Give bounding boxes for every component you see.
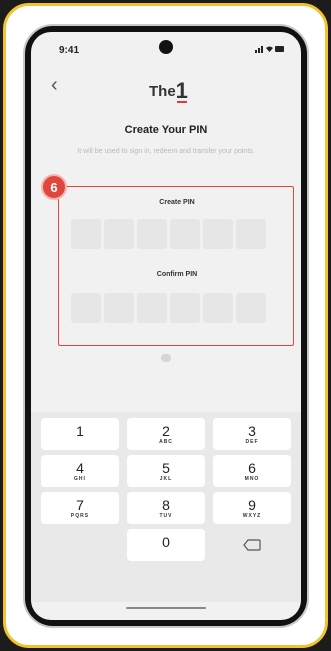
pin-digit-cell[interactable] <box>104 293 134 323</box>
pin-digit-cell[interactable] <box>104 219 134 249</box>
pin-digit-cell[interactable] <box>203 219 233 249</box>
key-letters: DEF <box>245 438 259 445</box>
pin-digit-cell[interactable] <box>170 293 200 323</box>
key-digit: 0 <box>162 533 170 550</box>
key-5[interactable]: 5 JKL <box>127 455 205 487</box>
key-empty <box>41 529 119 561</box>
page-title: Create Your PIN <box>124 124 208 136</box>
create-pin-label: Create PIN <box>159 199 195 206</box>
step-badge: 6 <box>41 174 67 200</box>
key-0[interactable]: 0 <box>127 529 205 561</box>
key-letters: TUV <box>159 512 173 519</box>
page-subtitle: It will be used to sign in, redeem and t… <box>77 148 255 155</box>
backspace-icon <box>243 539 261 551</box>
app-logo: The1 <box>149 76 188 103</box>
key-8[interactable]: 8 TUV <box>127 492 205 524</box>
status-bar: 9:41 <box>31 32 301 62</box>
key-4[interactable]: 4 GHI <box>41 455 119 487</box>
logo-text: The <box>149 83 176 100</box>
signal-wifi-battery-icon <box>255 44 285 56</box>
key-digit: 1 <box>76 422 84 439</box>
key-digit: 6 <box>248 459 256 476</box>
key-letters: JKL <box>159 475 173 482</box>
page-indicator <box>161 354 171 362</box>
key-letters: PQRS <box>70 512 90 519</box>
key-digit: 8 <box>162 496 170 513</box>
pin-digit-cell[interactable] <box>203 293 233 323</box>
key-digit: 3 <box>248 422 256 439</box>
status-time: 9:41 <box>59 45 80 56</box>
create-pin-row[interactable] <box>71 219 266 249</box>
pin-digit-cell[interactable] <box>71 219 101 249</box>
pin-entry-box: Create PIN Confirm PIN <box>58 186 294 346</box>
backspace-key[interactable] <box>213 529 291 561</box>
key-2[interactable]: 2 ABC <box>127 418 205 450</box>
key-letters: MNO <box>244 475 260 482</box>
key-7[interactable]: 7 PQRS <box>41 492 119 524</box>
key-letters: WXYZ <box>242 512 262 519</box>
key-digit: 4 <box>76 459 84 476</box>
key-1[interactable]: 1 <box>41 418 119 450</box>
key-digit: 5 <box>162 459 170 476</box>
key-digit: 9 <box>248 496 256 513</box>
key-letters: ABC <box>159 438 173 445</box>
pin-digit-cell[interactable] <box>236 219 266 249</box>
key-9[interactable]: 9 WXYZ <box>213 492 291 524</box>
key-3[interactable]: 3 DEF <box>213 418 291 450</box>
key-digit: 2 <box>162 422 170 439</box>
numeric-keypad: 1 2 ABC 3 DEF 4 GHI 5 JKL 6 MNO 7 PQRS 8… <box>31 412 301 602</box>
pin-digit-cell[interactable] <box>137 219 167 249</box>
pin-digit-cell[interactable] <box>137 293 167 323</box>
key-letters: GHI <box>74 475 86 482</box>
home-indicator[interactable] <box>126 607 206 609</box>
logo-underline <box>177 101 187 103</box>
key-6[interactable]: 6 MNO <box>213 455 291 487</box>
key-digit: 7 <box>76 496 84 513</box>
camera-cutout <box>159 40 173 54</box>
confirm-pin-row[interactable] <box>71 293 266 323</box>
back-button[interactable]: ‹ <box>51 75 58 95</box>
phone-screen: 9:41 ‹ The1 Create Your PIN It will be u… <box>31 32 301 620</box>
pin-digit-cell[interactable] <box>236 293 266 323</box>
pin-digit-cell[interactable] <box>170 219 200 249</box>
confirm-pin-label: Confirm PIN <box>156 271 198 278</box>
pin-digit-cell[interactable] <box>71 293 101 323</box>
logo-mark: 1 <box>175 78 188 103</box>
